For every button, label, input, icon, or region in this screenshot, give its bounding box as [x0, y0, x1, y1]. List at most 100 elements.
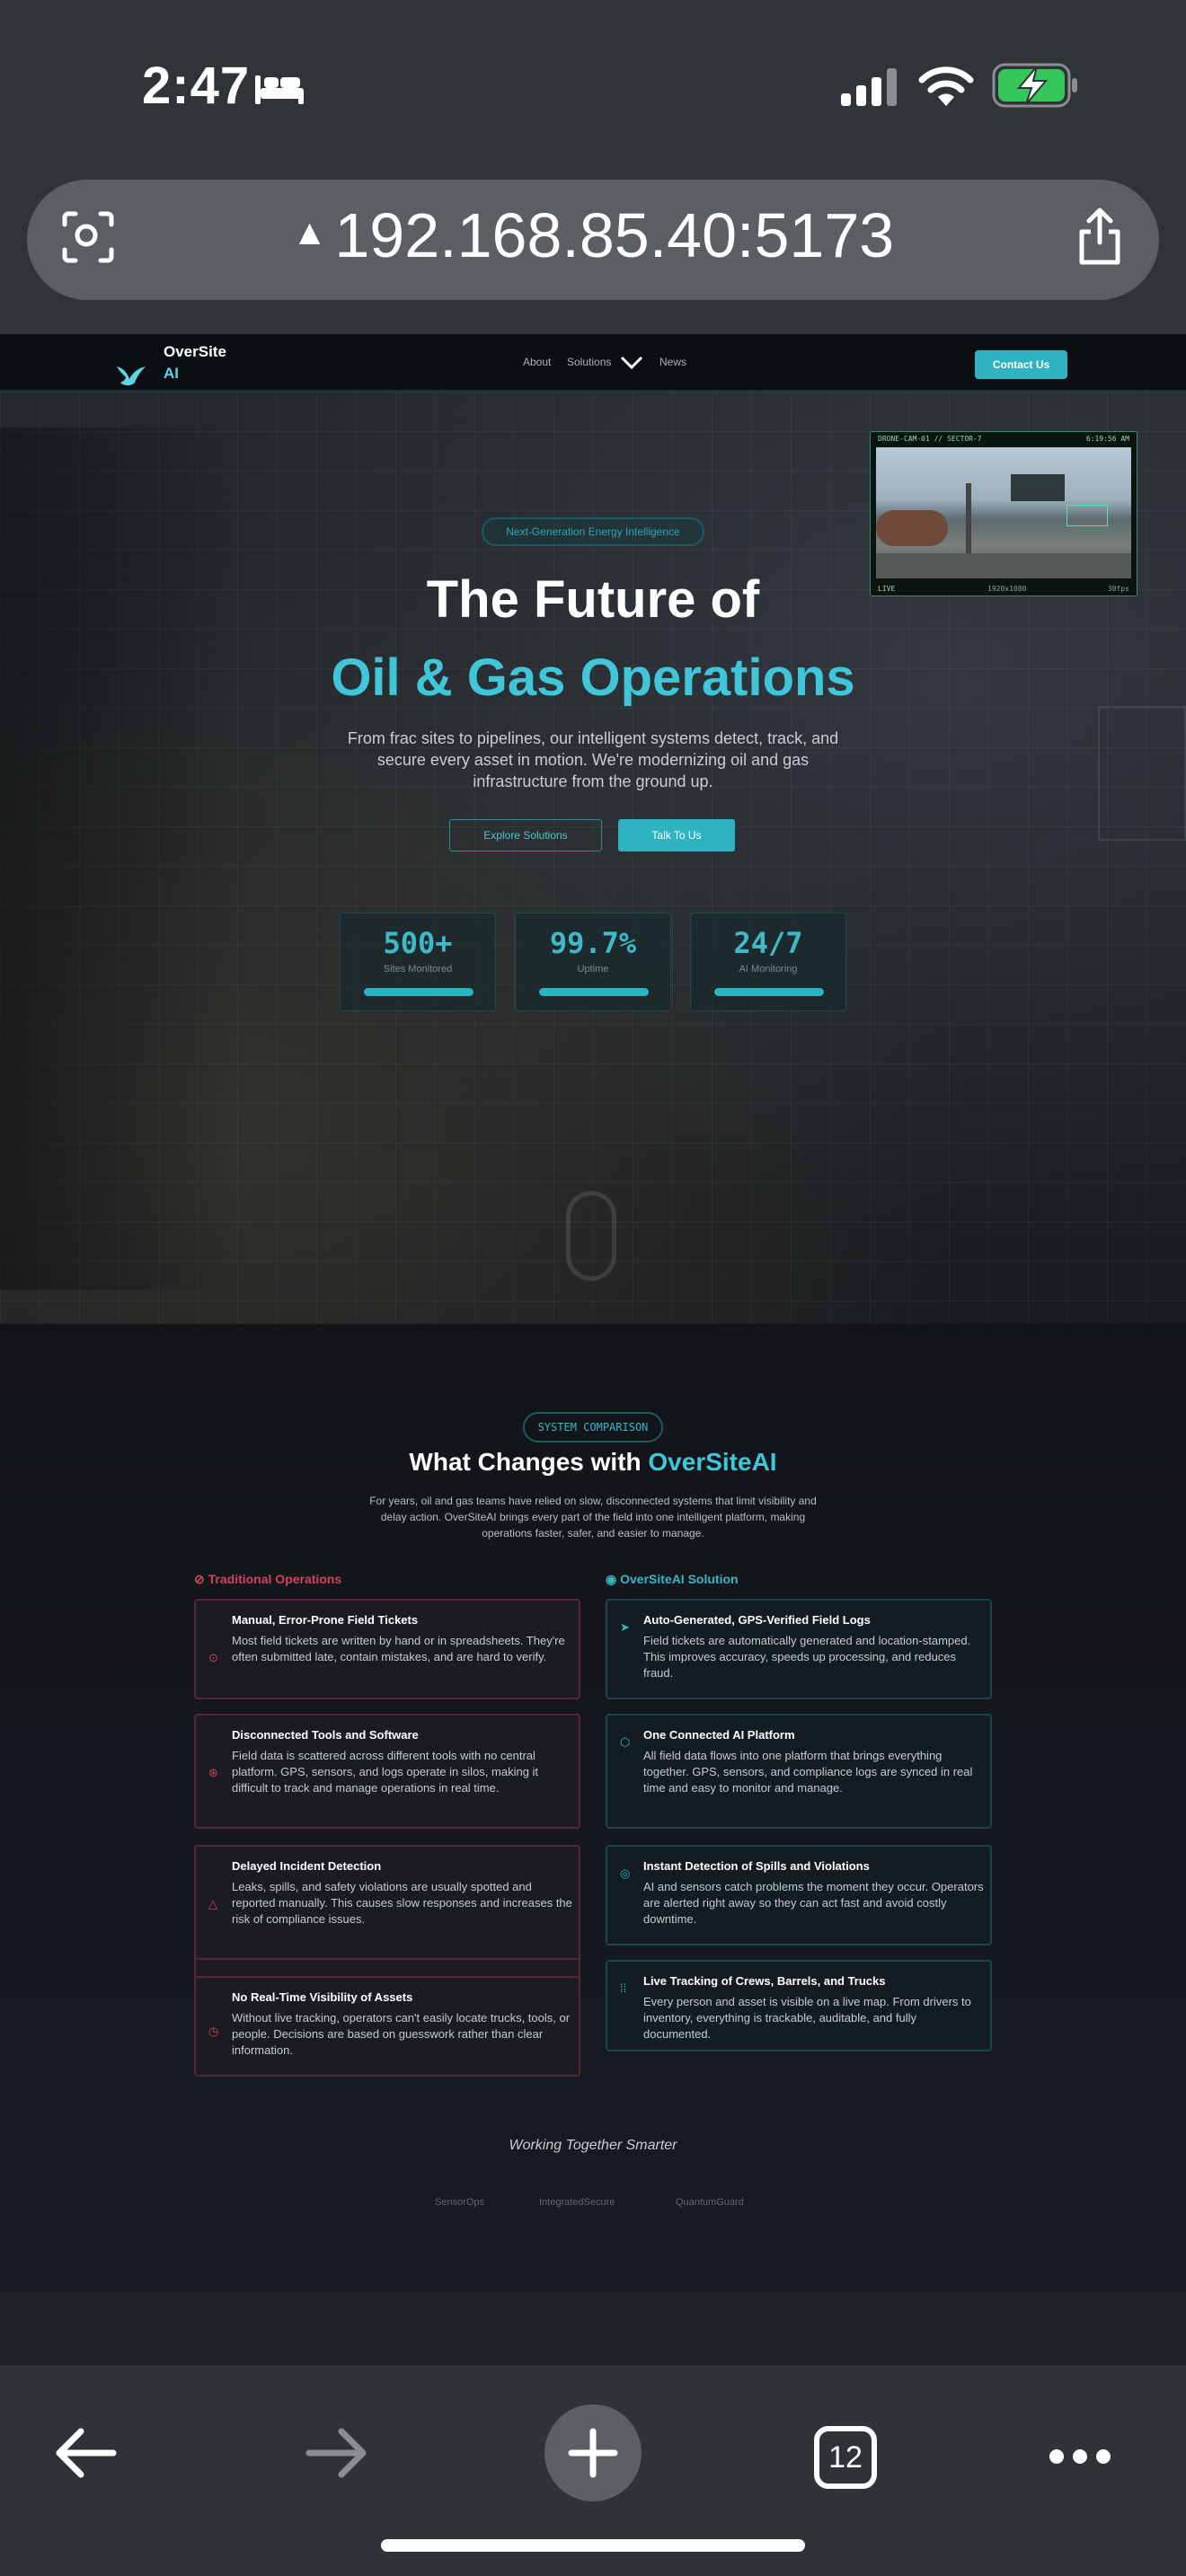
new-tab-button[interactable] — [544, 2404, 642, 2501]
comparison-description: For years, oil and gas teams have relied… — [369, 1495, 817, 1539]
browser-toolbar: 12 — [0, 2366, 1186, 2576]
card-description: Most field tickets are written by hand o… — [232, 1634, 565, 1663]
stat-value: 99.7% — [549, 926, 637, 960]
url-value: 192.168.85.40:5173 — [334, 200, 895, 270]
camera-image — [876, 447, 1131, 578]
nav-solutions[interactable]: Solutions — [567, 356, 611, 368]
tank-shape — [876, 510, 948, 546]
camera-time: 6:19:56 AM — [1085, 435, 1129, 443]
unlink-icon: ⊛ — [208, 1766, 218, 1779]
stat-bar — [539, 988, 649, 996]
partner-logo: SensorOps — [435, 2197, 485, 2208]
warning-icon: ▲ — [291, 213, 328, 252]
traditional-heading-text: Traditional Operations — [208, 1572, 342, 1586]
hero-lead: From frac sites to pipelines, our intell… — [347, 729, 839, 790]
comparison-section: SYSTEM COMPARISON What Changes with Over… — [0, 1324, 1186, 2292]
stat-value: 24/7 — [733, 926, 803, 960]
clock-icon: ◷ — [208, 2025, 219, 2038]
nav-news[interactable]: News — [659, 356, 686, 368]
tab-switcher-button[interactable]: 12 — [814, 2426, 877, 2489]
radar-icon: ◎ — [620, 1866, 631, 1880]
card-description: AI and sensors catch problems the moment… — [643, 1880, 984, 1926]
eye-off-icon: ⊘ — [194, 1572, 205, 1586]
stat-bar — [364, 988, 474, 996]
solution-card: ⁞⁞ Live Tracking of Crews, Barrels, and … — [606, 1960, 992, 2051]
web-page: OverSite AI About Solutions News Contact… — [0, 334, 1186, 2366]
card-description: Leaks, spills, and safety violations are… — [232, 1880, 572, 1926]
camera-live-label: LIVE — [878, 585, 896, 593]
camera-header: DRONE-CAM-01 // SECTOR-7 — [878, 435, 982, 443]
stat-label: Uptime — [577, 964, 609, 975]
card-title: Manual, Error-Prone Field Tickets — [232, 1613, 419, 1627]
card-title: Delayed Incident Detection — [232, 1859, 382, 1873]
status-time: 2:47 — [142, 57, 251, 115]
deck-shape — [876, 553, 1131, 578]
solution-card: ◎ Instant Detection of Spills and Violat… — [606, 1845, 992, 1945]
traditional-card: ◷ No Real-Time Visibility of Assets With… — [194, 1976, 580, 2077]
tracking-icon: ⁞⁞ — [620, 1981, 627, 1995]
traditional-card: △ Delayed Incident Detection Leaks, spil… — [194, 1845, 580, 1960]
camera-fps: 30fps — [1107, 585, 1129, 593]
forward-arrow-icon[interactable] — [304, 2419, 372, 2487]
comparison-badge: SYSTEM COMPARISON — [523, 1412, 663, 1442]
card-description: Every person and asset is visible on a l… — [643, 1995, 971, 2041]
page-footer-strip — [0, 2292, 1186, 2366]
camera-resolution: 1920x1080 — [987, 585, 1027, 593]
card-description: Field data is scattered across different… — [232, 1749, 539, 1795]
traditional-card: ⊛ Disconnected Tools and Software Field … — [194, 1714, 580, 1829]
contact-button[interactable]: Contact Us — [975, 350, 1067, 379]
brand-suffix[interactable]: AI — [164, 365, 179, 383]
card-description: All field data flows into one platform t… — [643, 1749, 973, 1795]
bird-logo-icon — [117, 366, 146, 385]
navigation-icon: ➤ — [620, 1620, 630, 1634]
solution-card: ⬡ One Connected AI Platform All field da… — [606, 1714, 992, 1829]
solution-card: ➤ Auto-Generated, GPS-Verified Field Log… — [606, 1599, 992, 1699]
address-bar[interactable]: ▲ 192.168.85.40:5173 — [27, 180, 1159, 300]
explore-solutions-button[interactable]: Explore Solutions — [449, 819, 602, 851]
eye-icon: ◉ — [606, 1572, 617, 1586]
hero-bg-panel — [1098, 706, 1186, 841]
cube-icon: ⬡ — [620, 1735, 631, 1749]
hero-shade-left — [0, 428, 234, 1290]
site-nav: OverSite AI About Solutions News Contact… — [0, 334, 1186, 392]
talk-to-us-button[interactable]: Talk To Us — [618, 819, 735, 851]
nav-about[interactable]: About — [523, 356, 551, 368]
home-indicator[interactable] — [381, 2539, 805, 2552]
chevron-down-icon[interactable] — [620, 356, 643, 370]
stat-card: 500+ Sites Monitored — [340, 913, 496, 1011]
traditional-card: ⊙ Manual, Error-Prone Field Tickets Most… — [194, 1599, 580, 1699]
card-title: Disconnected Tools and Software — [232, 1728, 419, 1742]
alert-triangle-icon: △ — [208, 1897, 217, 1910]
brand-name[interactable]: OverSite — [164, 343, 226, 361]
detection-box — [1067, 505, 1108, 526]
card-title: No Real-Time Visibility of Assets — [232, 1990, 413, 2004]
comparison-title: What Changes with OverSiteAI — [0, 1448, 1186, 1477]
target-icon: ⊙ — [208, 1651, 218, 1664]
together-heading: Working Together Smarter — [509, 2138, 677, 2153]
solution-heading-text: OverSiteAI Solution — [620, 1572, 739, 1586]
card-description: Field tickets are automatically generate… — [643, 1634, 971, 1680]
comparison-title-text: What Changes with — [409, 1448, 649, 1476]
drone-camera-feed[interactable]: DRONE-CAM-01 // SECTOR-7 6:19:56 AM LIVE… — [870, 431, 1137, 596]
share-icon[interactable] — [1073, 205, 1127, 268]
pole-shape — [966, 483, 971, 555]
bed-icon — [255, 75, 304, 104]
more-icon[interactable] — [1048, 2448, 1112, 2466]
hero-section: Next-Generation Energy Intelligence The … — [0, 392, 1186, 1324]
hero-title-line2: Oil & Gas Operations — [331, 648, 855, 707]
stat-label: Sites Monitored — [383, 964, 453, 975]
battery-charging-icon — [992, 63, 1077, 108]
card-title: One Connected AI Platform — [643, 1728, 795, 1742]
structure-shape — [1011, 474, 1065, 501]
plus-icon — [568, 2428, 618, 2478]
traditional-heading: ⊘ Traditional Operations — [194, 1572, 341, 1587]
partner-logo: IntegratedSecure — [539, 2197, 615, 2208]
back-arrow-icon[interactable] — [50, 2419, 119, 2487]
stat-value: 500+ — [383, 926, 453, 960]
comparison-title-highlight: OverSiteAI — [648, 1448, 777, 1476]
url-text[interactable]: ▲ 192.168.85.40:5173 — [27, 199, 1159, 271]
stat-card: 24/7 AI Monitoring — [690, 913, 846, 1011]
cellular-signal-icon — [841, 68, 897, 106]
partner-logo: QuantumGuard — [676, 2197, 744, 2208]
solution-heading: ◉ OverSiteAI Solution — [606, 1572, 739, 1587]
